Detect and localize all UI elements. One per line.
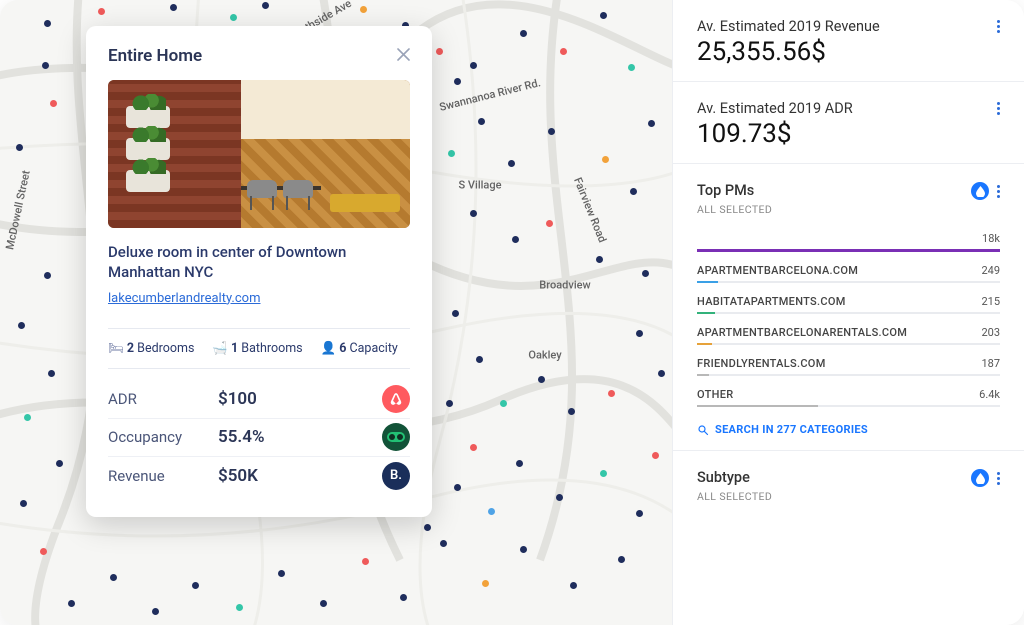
panel-menu-button[interactable] (997, 18, 1000, 35)
panel-top-pms: Top PMs ALL SELECTED 18k APARTMENTBARCELO… (673, 164, 1024, 451)
pm-bar (697, 405, 1000, 407)
person-icon: 👤 (321, 341, 337, 356)
spec-capacity: 👤6 Capacity (321, 341, 398, 356)
panel-menu-button[interactable] (997, 183, 1000, 200)
close-icon (397, 48, 410, 61)
panel-menu-button[interactable] (997, 470, 1000, 487)
revenue-value: 25,355.56$ (697, 37, 880, 67)
pm-row[interactable]: APARTMENTBARCELONARENTALS.COM 203 (697, 326, 1000, 345)
pm-bar (697, 281, 1000, 283)
pm-row[interactable]: FRIENDLYRENTALS.COM 187 (697, 357, 1000, 376)
map-pane[interactable]: S Village Broadview Oakley Swannanoa Riv… (0, 0, 672, 625)
metric-revenue: Revenue $50K B. (108, 457, 410, 495)
listing-title: Deluxe room in center of Downtown Manhat… (108, 242, 410, 283)
search-categories-button[interactable]: SEARCH IN 277 CATEGORIES (697, 423, 1000, 436)
filter-drop-icon[interactable] (971, 182, 989, 200)
pm-name: HABITATAPARTMENTS.COM (697, 295, 846, 308)
pm-name: FRIENDLYRENTALS.COM (697, 357, 826, 370)
pm-bar (697, 312, 1000, 314)
sidebar: Av. Estimated 2019 Revenue 25,355.56$ Av… (672, 0, 1024, 625)
pm-value: 215 (981, 295, 1000, 308)
pm-name: APARTMENTBARCELONA.COM (697, 264, 858, 277)
divider (108, 328, 410, 329)
pm-row[interactable]: HABITATAPARTMENTS.COM 215 (697, 295, 1000, 314)
top-pms-title: Top PMs (697, 182, 772, 199)
panel-subtype: Subtype ALL SELECTED (673, 451, 1024, 517)
listing-metrics: ADR $100 Occupancy 55.4% Revenue $50K B. (108, 381, 410, 495)
panel-menu-button[interactable] (997, 100, 1000, 117)
pm-value: 18k (982, 232, 1000, 245)
tripadvisor-icon (382, 423, 410, 451)
revenue-label: Av. Estimated 2019 Revenue (697, 18, 880, 35)
listing-type: Entire Home (108, 46, 202, 66)
close-button[interactable] (397, 47, 410, 65)
pm-value: 187 (981, 357, 1000, 370)
subtype-subtitle: ALL SELECTED (697, 490, 772, 503)
listing-website-link[interactable]: lakecumberlandrealty.com (108, 291, 260, 306)
listing-photo (108, 80, 410, 228)
bed-icon: 🛏 (108, 341, 124, 356)
panel-revenue: Av. Estimated 2019 Revenue 25,355.56$ (673, 0, 1024, 82)
subtype-title: Subtype (697, 469, 772, 486)
pm-row[interactable]: OTHER 6.4k (697, 388, 1000, 407)
search-icon (697, 424, 709, 436)
divider (108, 368, 410, 369)
pm-row[interactable]: APARTMENTBARCELONA.COM 249 (697, 264, 1000, 283)
pm-bar (697, 343, 1000, 345)
pm-name: APARTMENTBARCELONARENTALS.COM (697, 326, 907, 339)
pm-bar (697, 374, 1000, 376)
pm-row[interactable]: 18k (697, 232, 1000, 252)
adr-value: 109.73$ (697, 119, 853, 149)
spec-bathrooms: 🛁1 Bathrooms (212, 341, 302, 356)
app-root: S Village Broadview Oakley Swannanoa Riv… (0, 0, 1024, 625)
bath-icon: 🛁 (212, 341, 228, 356)
pm-value: 6.4k (979, 388, 1000, 401)
spec-bedrooms: 🛏2 Bedrooms (108, 341, 194, 356)
booking-icon: B. (382, 462, 410, 490)
pm-value: 249 (981, 264, 1000, 277)
top-pms-subtitle: ALL SELECTED (697, 203, 772, 216)
pm-value: 203 (981, 326, 1000, 339)
airbnb-icon (382, 385, 410, 413)
filter-drop-icon[interactable] (971, 469, 989, 487)
adr-label: Av. Estimated 2019 ADR (697, 100, 853, 117)
listing-specs: 🛏2 Bedrooms 🛁1 Bathrooms 👤6 Capacity (108, 341, 410, 356)
metric-adr: ADR $100 (108, 381, 410, 419)
listing-card: Entire Home Deluxe room in center of Dow… (86, 26, 432, 517)
pm-bar (697, 249, 1000, 252)
pm-list: 18k APARTMENTBARCELONA.COM 249 HABITATAPART… (697, 232, 1000, 407)
pm-name: OTHER (697, 388, 733, 401)
panel-adr: Av. Estimated 2019 ADR 109.73$ (673, 82, 1024, 164)
metric-occupancy: Occupancy 55.4% (108, 419, 410, 457)
